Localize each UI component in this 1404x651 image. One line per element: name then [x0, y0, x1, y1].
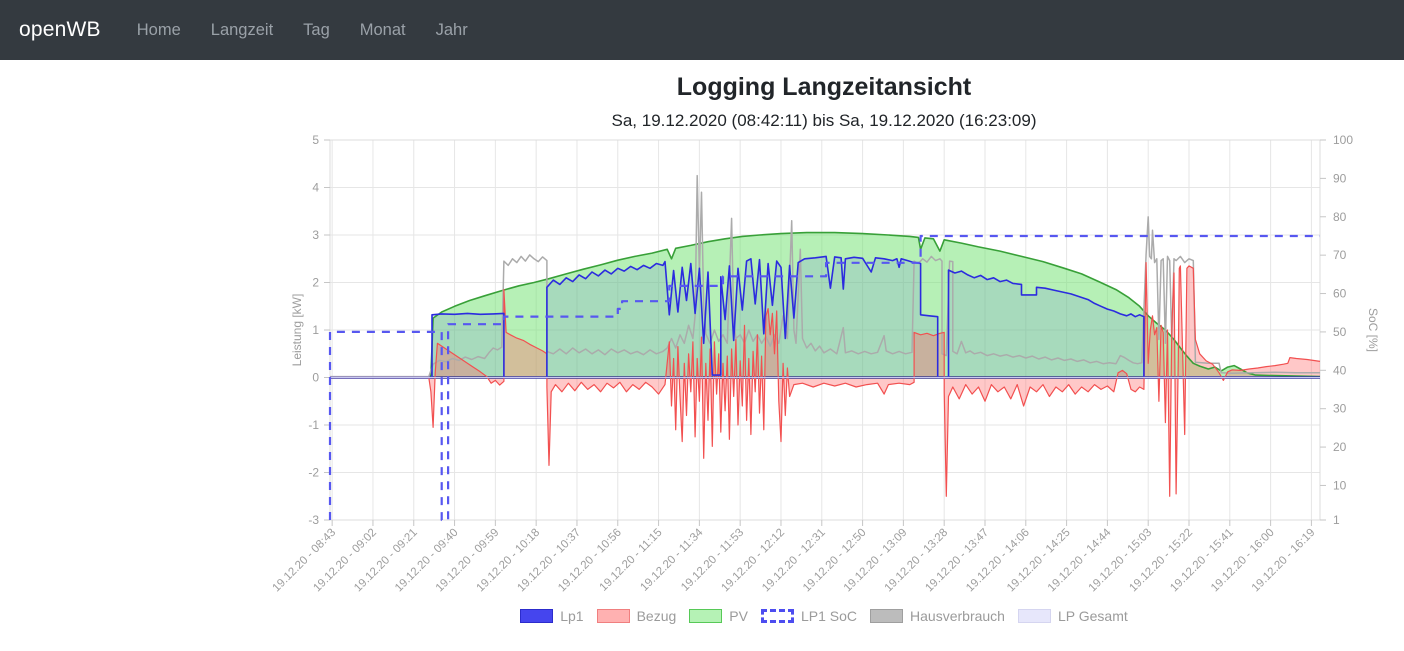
legend-item-bezug[interactable]: Bezug: [596, 608, 677, 624]
legend-swatch: [1017, 609, 1051, 623]
app-logo[interactable]: openWB: [19, 18, 101, 42]
legend-item-pv[interactable]: PV: [689, 608, 748, 624]
legend-item-lp1-soc[interactable]: LP1 SoC: [760, 608, 858, 624]
svg-text:80: 80: [1333, 210, 1347, 224]
svg-text:3: 3: [312, 228, 319, 242]
svg-text:-1: -1: [308, 418, 319, 432]
legend-swatch: [520, 609, 554, 623]
svg-text:30: 30: [1333, 402, 1347, 416]
legend-swatch: [760, 609, 794, 623]
legend-label: LP Gesamt: [1057, 608, 1128, 624]
legend-label: LP1 SoC: [800, 608, 858, 624]
right-axis-title: SoC [%]: [1366, 308, 1380, 352]
svg-text:4: 4: [312, 181, 319, 195]
svg-text:1: 1: [1333, 513, 1340, 527]
svg-text:60: 60: [1333, 287, 1347, 301]
nav-item-langzeit[interactable]: Langzeit: [211, 21, 273, 40]
legend-item-lp1[interactable]: Lp1: [520, 608, 584, 624]
legend-label: PV: [729, 608, 748, 624]
svg-text:10: 10: [1333, 478, 1347, 492]
legend-label: Bezug: [636, 608, 677, 624]
legend-swatch: [596, 609, 630, 623]
svg-text:1: 1: [312, 323, 319, 337]
svg-text:-3: -3: [308, 513, 319, 527]
nav-item-home[interactable]: Home: [137, 21, 181, 40]
nav-item-monat[interactable]: Monat: [360, 21, 406, 40]
nav-item-jahr[interactable]: Jahr: [436, 21, 468, 40]
svg-text:90: 90: [1333, 171, 1347, 185]
svg-text:50: 50: [1333, 325, 1347, 339]
svg-text:0: 0: [312, 371, 319, 385]
chart-legend: Lp1 Bezug PV LP1 SoC Hausverbrauch LP Gesamt: [244, 608, 1404, 624]
svg-text:-2: -2: [308, 466, 319, 480]
svg-text:70: 70: [1333, 248, 1347, 262]
legend-item-hausverbrauch[interactable]: Hausverbrauch: [870, 608, 1005, 624]
svg-text:5: 5: [312, 133, 319, 147]
nav-item-tag[interactable]: Tag: [303, 21, 330, 40]
left-axis-title: Leistung [kW]: [290, 294, 304, 367]
plot-series: [328, 174, 1321, 522]
navbar: openWB Home Langzeit Tag Monat Jahr: [0, 0, 1404, 60]
legend-label: Hausverbrauch: [910, 608, 1005, 624]
legend-swatch: [689, 609, 723, 623]
svg-text:100: 100: [1333, 133, 1353, 147]
page-title: Logging Langzeitansicht: [676, 73, 972, 101]
page-subtitle: Sa, 19.12.2020 (08:42:11) bis Sa, 19.12.…: [611, 111, 1037, 130]
svg-text:20: 20: [1333, 440, 1347, 454]
legend-item-lp-gesamt[interactable]: LP Gesamt: [1017, 608, 1128, 624]
svg-text:2: 2: [312, 276, 319, 290]
legend-swatch: [870, 609, 904, 623]
svg-text:40: 40: [1333, 363, 1347, 377]
legend-label: Lp1: [560, 608, 584, 624]
